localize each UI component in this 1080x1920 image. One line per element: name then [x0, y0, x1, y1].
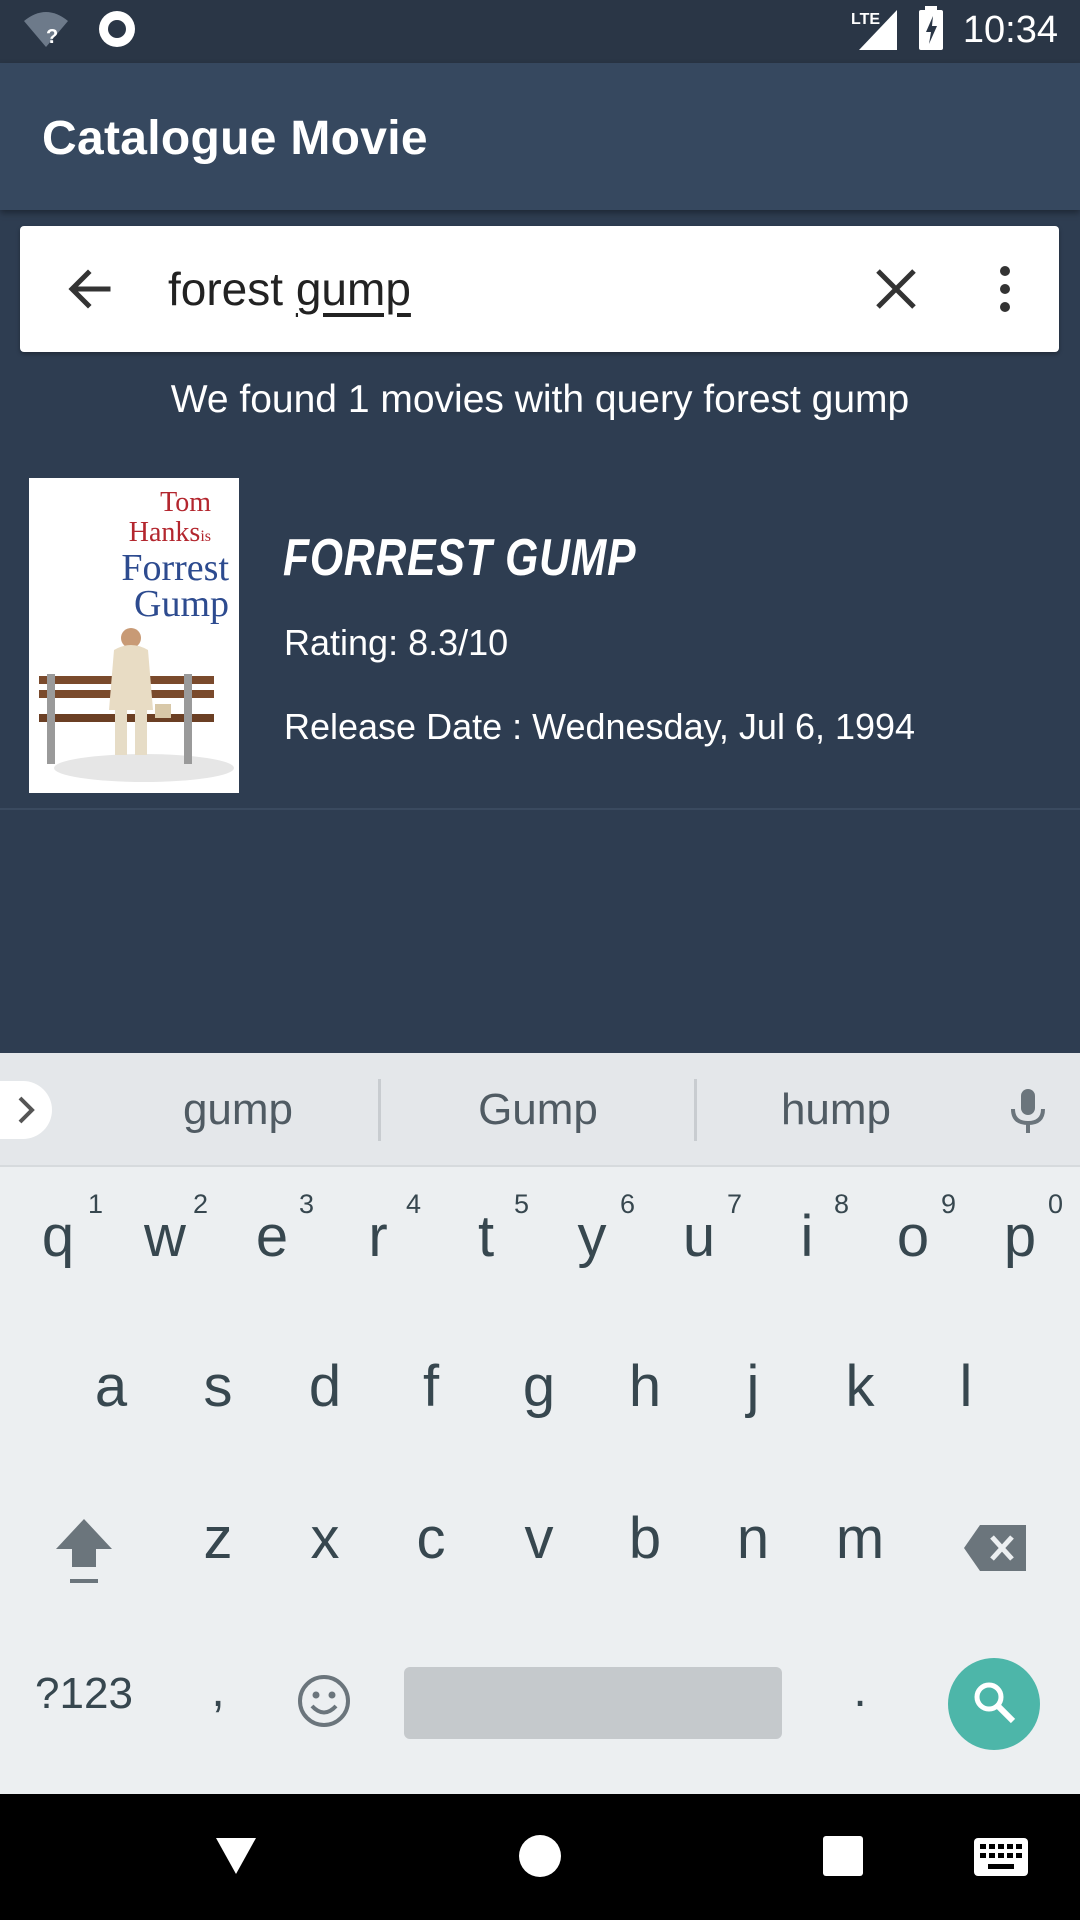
key-y[interactable]: y	[542, 1203, 642, 1270]
sync-circle-icon	[96, 8, 138, 55]
key-l[interactable]: l	[916, 1353, 1016, 1420]
key-period[interactable]: .	[810, 1663, 910, 1718]
key-k[interactable]: k	[810, 1353, 910, 1420]
movie-poster: Tom Hanksis Forrest Gump	[29, 478, 239, 793]
key-h[interactable]: h	[595, 1353, 695, 1420]
key-v[interactable]: v	[489, 1505, 589, 1572]
key-i[interactable]: i	[757, 1203, 857, 1270]
soft-keyboard: gump Gump hump 1 2 3 4 5 6 7 8 9 0 q w e…	[0, 1053, 1080, 1794]
spacebar[interactable]	[404, 1667, 782, 1739]
emoji-icon[interactable]	[296, 1673, 352, 1734]
clear-icon[interactable]	[866, 259, 926, 324]
key-r[interactable]: r	[328, 1203, 428, 1270]
key-u[interactable]: u	[649, 1203, 749, 1270]
key-b[interactable]: b	[595, 1505, 695, 1572]
key-t[interactable]: t	[436, 1203, 536, 1270]
back-arrow-icon[interactable]	[60, 259, 120, 324]
key-a[interactable]: a	[61, 1353, 161, 1420]
key-o[interactable]: o	[863, 1203, 963, 1270]
backspace-icon[interactable]	[962, 1523, 1028, 1578]
navigation-bar	[0, 1794, 1080, 1920]
key-f[interactable]: f	[381, 1353, 481, 1420]
key-g[interactable]: g	[489, 1353, 589, 1420]
list-item[interactable]: Tom Hanksis Forrest Gump FORREST GUMP Ra…	[0, 470, 1080, 810]
result-count-message: We found 1 movies with query forest gump	[170, 378, 910, 421]
suggestion-3[interactable]: hump	[686, 1085, 986, 1135]
status-time: 10:34	[962, 9, 1058, 51]
shift-icon[interactable]	[52, 1515, 116, 1592]
nav-home-icon[interactable]	[518, 1834, 562, 1883]
search-bar: forest gump	[20, 226, 1059, 352]
suggestion-2[interactable]: Gump	[388, 1085, 688, 1135]
more-vert-icon[interactable]	[995, 259, 1015, 324]
keyboard-search-button[interactable]	[948, 1658, 1040, 1750]
nav-recents-icon[interactable]	[823, 1836, 863, 1881]
search-icon	[971, 1679, 1017, 1730]
battery-charging-icon	[917, 6, 945, 55]
key-p[interactable]: p	[970, 1203, 1070, 1270]
key-s[interactable]: s	[168, 1353, 268, 1420]
key-c[interactable]: c	[381, 1505, 481, 1572]
movie-release-date: Release Date : Wednesday, Jul 6, 1994	[284, 706, 916, 747]
network-label: LTE	[851, 11, 880, 28]
status-bar: ? LTE 10:34	[0, 0, 1080, 63]
key-x[interactable]: x	[275, 1505, 375, 1572]
app-title: Catalogue Movie	[42, 112, 428, 165]
movie-rating: Rating: 8.3/10	[284, 622, 509, 663]
symbols-key[interactable]: ?123	[24, 1669, 144, 1719]
search-query-text: forest	[168, 263, 296, 315]
key-z[interactable]: z	[168, 1505, 268, 1572]
movie-title: FORREST GUMP	[283, 529, 637, 587]
keyboard-switch-icon[interactable]	[974, 1838, 1028, 1881]
key-e[interactable]: e	[222, 1203, 322, 1270]
key-comma[interactable]: ,	[168, 1663, 268, 1718]
app-bar: Catalogue Movie	[0, 63, 1080, 210]
suggestion-strip: gump Gump hump	[0, 1053, 1080, 1167]
nav-back-icon[interactable]	[214, 1834, 258, 1883]
lte-signal-icon: LTE	[851, 6, 899, 55]
search-input[interactable]: forest gump	[168, 262, 411, 316]
key-n[interactable]: n	[703, 1505, 803, 1572]
suggestion-divider	[378, 1079, 381, 1141]
bench-illustration	[39, 628, 234, 782]
search-query-composing: gump	[295, 263, 411, 315]
wifi-unknown-icon: ?	[22, 9, 70, 54]
svg-text:?: ?	[46, 26, 58, 48]
suggestion-1[interactable]: gump	[88, 1085, 388, 1135]
key-m[interactable]: m	[810, 1505, 910, 1572]
key-q[interactable]: q	[8, 1203, 108, 1270]
microphone-icon[interactable]	[1008, 1087, 1048, 1140]
key-w[interactable]: w	[115, 1203, 215, 1270]
key-j[interactable]: j	[703, 1353, 803, 1420]
key-d[interactable]: d	[275, 1353, 375, 1420]
expand-suggestions-icon[interactable]	[0, 1081, 52, 1139]
